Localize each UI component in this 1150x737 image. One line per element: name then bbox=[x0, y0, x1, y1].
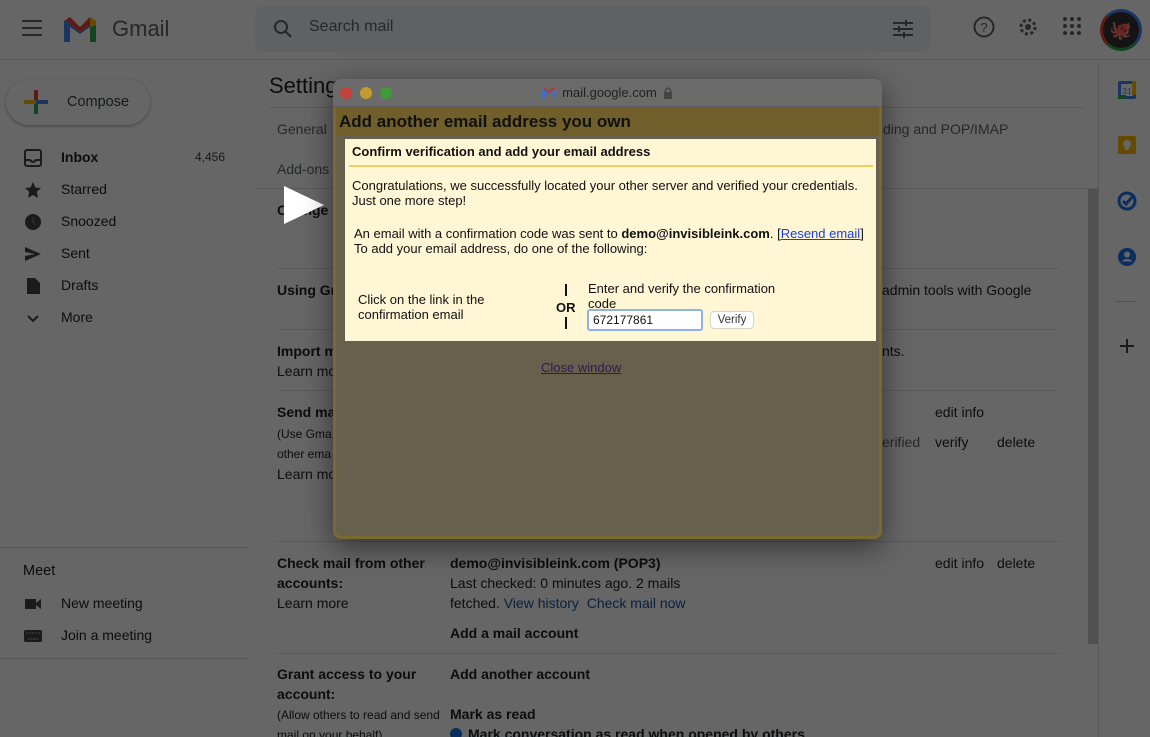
bracket-close: ] bbox=[860, 226, 864, 241]
dialog-body: Add another email address you own Confir… bbox=[333, 107, 882, 539]
verify-button[interactable]: Verify bbox=[710, 311, 754, 329]
resend-email-link[interactable]: Resend email bbox=[781, 226, 861, 241]
option-link-text: Click on the link in the bbox=[358, 292, 485, 307]
window-titlebar: mail.google.com bbox=[333, 79, 882, 107]
sent-email-address: demo@invisibleink.com bbox=[621, 226, 770, 241]
or-label: OR bbox=[556, 300, 576, 315]
confirmation-code-input[interactable] bbox=[587, 309, 703, 331]
code-sent-suffix: . [ bbox=[769, 226, 781, 241]
option-link-text: confirmation email bbox=[358, 307, 464, 322]
congrats-text: Just one more step! bbox=[352, 193, 467, 208]
verification-popup-window: mail.google.com Add another email addres… bbox=[333, 79, 882, 539]
option-code-text: Enter and verify the confirmation bbox=[588, 281, 776, 296]
or-divider bbox=[565, 317, 567, 329]
close-window-link[interactable]: Close window bbox=[541, 360, 621, 375]
lock-icon bbox=[663, 87, 672, 99]
dialog-title: Add another email address you own bbox=[339, 112, 631, 131]
url-text: mail.google.com bbox=[562, 85, 657, 100]
congrats-text: Congratulations, we successfully located… bbox=[352, 178, 858, 193]
pointer-cursor-icon bbox=[284, 186, 324, 224]
code-sent-text: An email with a confirmation code was se… bbox=[354, 226, 864, 241]
instructions-text: To add your email address, do one of the… bbox=[354, 241, 648, 256]
or-divider bbox=[565, 284, 567, 296]
divider bbox=[349, 165, 873, 167]
url-bar: mail.google.com bbox=[333, 85, 882, 100]
confirm-panel: Confirm verification and add your email … bbox=[345, 139, 876, 341]
panel-title: Confirm verification and add your email … bbox=[352, 144, 651, 159]
gmail-favicon-icon bbox=[542, 87, 557, 98]
code-sent-prefix: An email with a confirmation code was se… bbox=[354, 226, 622, 241]
dialog-header: Add another email address you own bbox=[336, 107, 879, 136]
